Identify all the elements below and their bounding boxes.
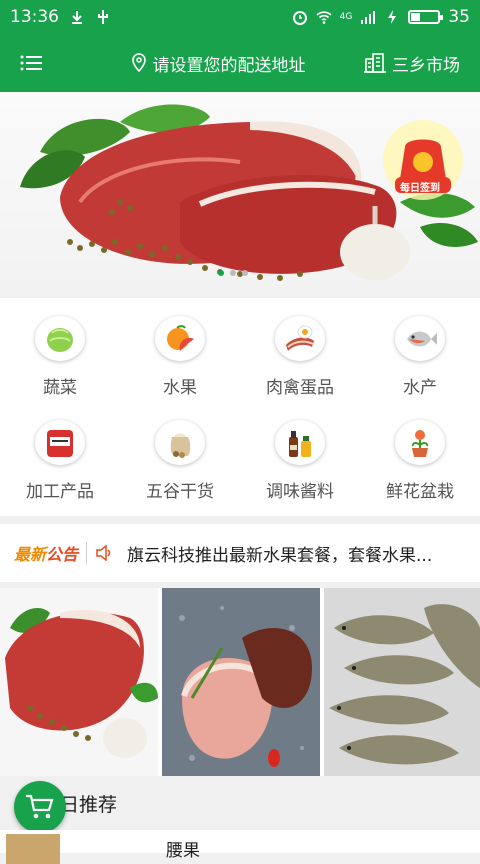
category-vegetables[interactable]: 蔬菜: [0, 298, 120, 398]
category-condiments[interactable]: 调味酱料: [240, 402, 360, 502]
category-label: 鲜花盆栽: [386, 482, 454, 502]
building-icon: [364, 53, 386, 73]
category-label: 水果: [163, 378, 197, 398]
orange-icon: [155, 316, 205, 361]
announcement-tag-a: 最新: [14, 545, 47, 564]
category-label: 调味酱料: [266, 482, 334, 502]
status-time: 13:36: [10, 7, 59, 27]
category-label: 蔬菜: [43, 378, 77, 398]
category-flowers[interactable]: 鲜花盆栽: [360, 402, 480, 502]
product-list-item[interactable]: 腰果: [0, 830, 480, 864]
category-meat-eggs[interactable]: 肉禽蛋品: [240, 298, 360, 398]
category-label: 五谷干货: [146, 482, 214, 502]
delivery-address-selector[interactable]: 请设置您的配送地址: [72, 51, 364, 76]
market-name: 三乡市场: [392, 55, 460, 76]
battery-icon: [408, 10, 444, 24]
daily-checkin-button[interactable]: 每日签到: [380, 117, 466, 203]
cart-button[interactable]: [14, 781, 66, 833]
grain-sack-icon: [155, 420, 205, 465]
product-thumbnail: [6, 834, 60, 864]
list-menu-icon: [20, 55, 42, 71]
meat-egg-icon: [275, 316, 325, 361]
network-type: 4G: [339, 11, 353, 22]
category-processed[interactable]: 加工产品: [0, 402, 120, 502]
category-grains[interactable]: 五谷干货: [120, 402, 240, 502]
announcement-tag-b: 公告: [46, 545, 79, 564]
category-label: 肉禽蛋品: [266, 378, 334, 398]
lettuce-icon: [35, 316, 85, 361]
processed-food-icon: [35, 420, 85, 465]
daily-checkin-label: 每日签到: [400, 183, 440, 194]
promo-banner[interactable]: 每日签到: [0, 92, 480, 297]
pager-dot: [230, 270, 236, 276]
wifi-icon: [316, 11, 332, 24]
status-bar: 13:36 4G 35: [0, 0, 480, 34]
announcement-bar[interactable]: 最新公告 旗云科技推出最新水果套餐，套餐水果...: [0, 524, 480, 582]
signal-icon: [361, 11, 376, 24]
pager-dot: [242, 270, 248, 276]
announcement-tag: 最新公告: [14, 541, 78, 565]
banner-pager: [218, 270, 248, 276]
usb-icon: [98, 10, 108, 24]
usb-share-icon: [72, 11, 82, 24]
category-label: 水产: [403, 378, 437, 398]
delivery-address-text: 请设置您的配送地址: [152, 55, 306, 76]
product-name: 腰果: [166, 841, 200, 861]
featured-images: [0, 588, 480, 776]
speaker-icon: [96, 545, 111, 561]
divider: [86, 542, 88, 564]
category-seafood[interactable]: 水产: [360, 298, 480, 398]
category-grid: 蔬菜 水果 肉禽蛋品 水产 加工产品 五谷干货 调味酱料 鲜花盆栽: [0, 298, 480, 516]
category-fruit[interactable]: 水果: [120, 298, 240, 398]
today-recommend-header: 日推荐: [0, 778, 480, 828]
featured-image-steak[interactable]: [0, 588, 158, 776]
pager-dot: [218, 270, 224, 276]
featured-image-fish[interactable]: [324, 588, 480, 776]
menu-button[interactable]: [0, 34, 62, 92]
cart-icon: [26, 794, 54, 819]
today-recommend-title: 日推荐: [60, 793, 118, 816]
alarm-icon: [292, 11, 307, 25]
app-header: 请设置您的配送地址 三乡市场: [0, 34, 480, 92]
flower-pot-icon: [395, 420, 445, 465]
fish-icon: [395, 316, 445, 361]
market-selector[interactable]: 三乡市场: [364, 51, 480, 76]
condiment-bottles-icon: [275, 420, 325, 465]
category-label: 加工产品: [26, 482, 94, 502]
announcement-text: 旗云科技推出最新水果套餐，套餐水果...: [127, 545, 433, 566]
charging-icon: [388, 10, 397, 24]
location-pin-icon: [131, 53, 146, 73]
featured-image-ham[interactable]: [162, 588, 320, 776]
battery-percent: 35: [448, 7, 470, 27]
